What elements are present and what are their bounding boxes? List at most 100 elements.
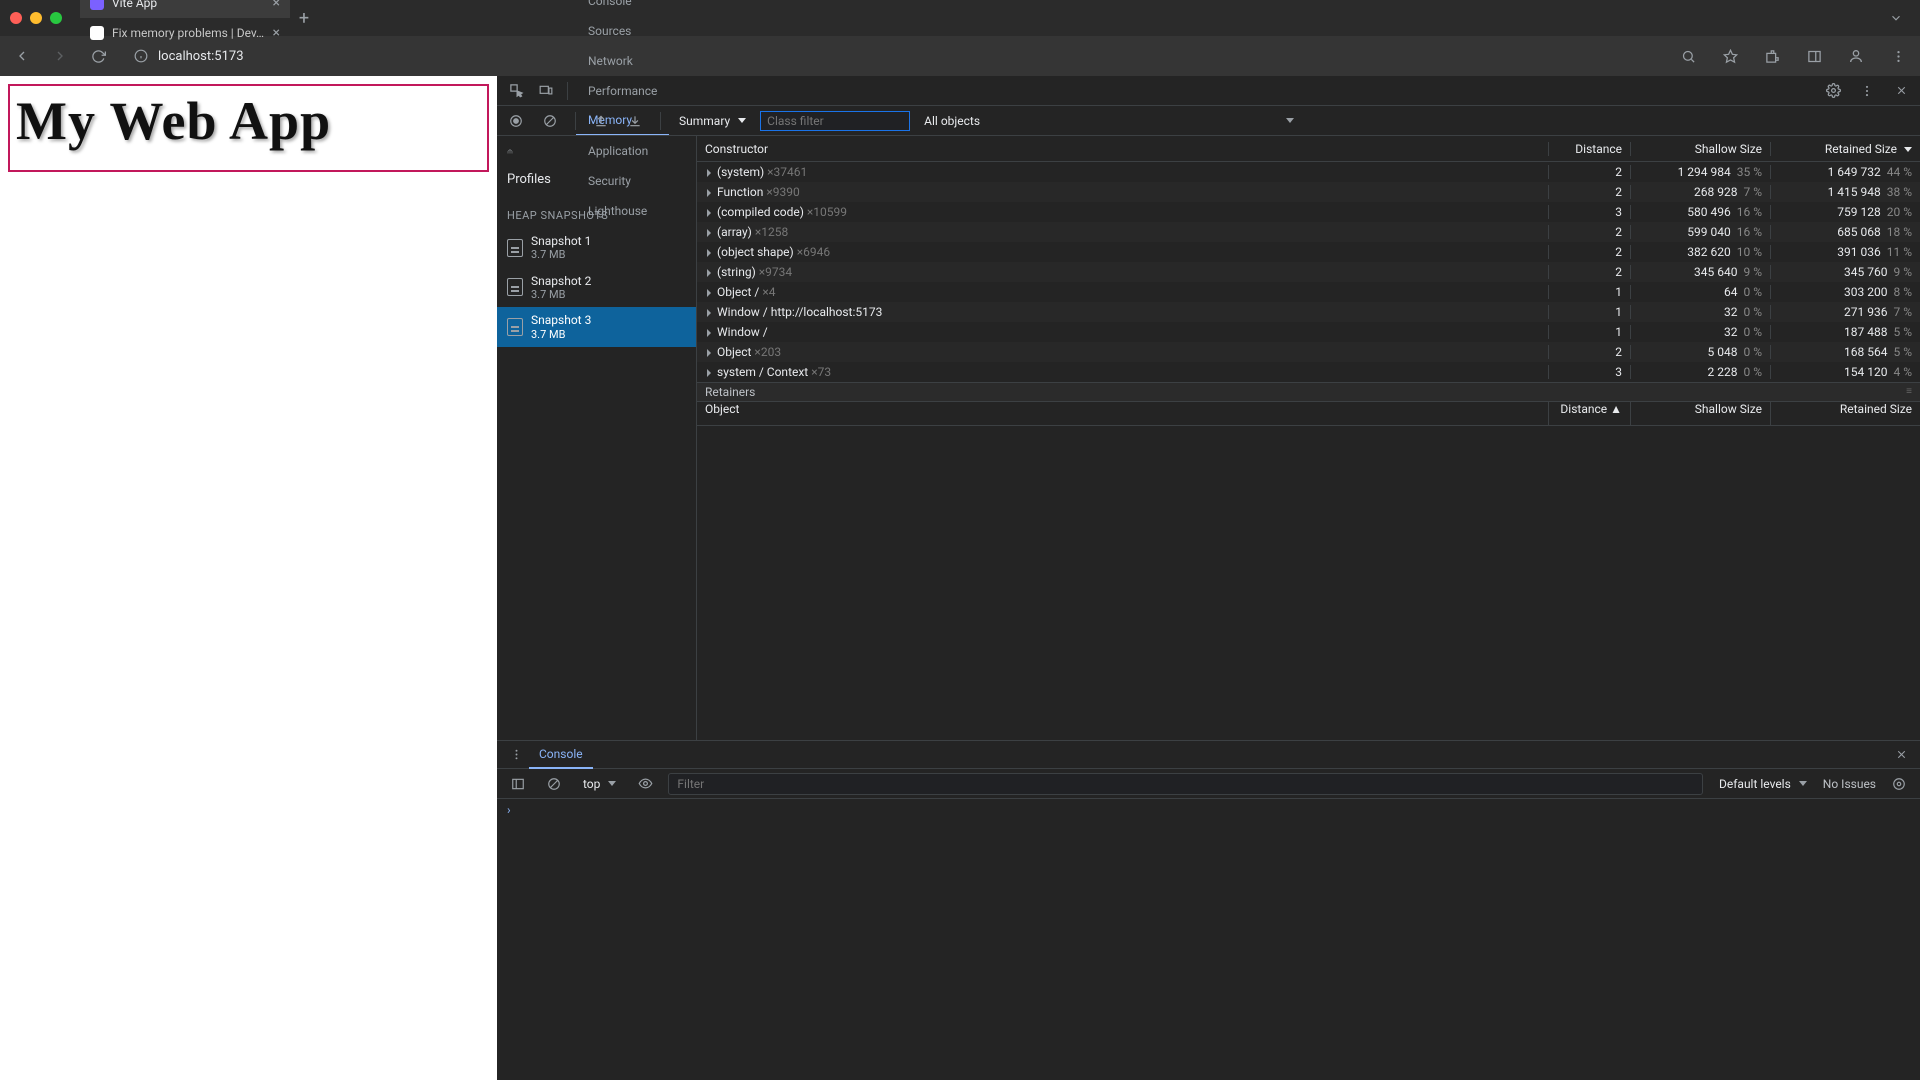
col-distance[interactable]: Distance: [1548, 142, 1630, 156]
extensions-icon[interactable]: [1758, 42, 1786, 70]
zoom-icon[interactable]: [1674, 42, 1702, 70]
address-bar[interactable]: localhost:5173: [122, 41, 256, 71]
col-constructor[interactable]: Constructor: [697, 142, 1548, 156]
heap-row[interactable]: Object ×20325 0480 %168 5645 %: [697, 342, 1920, 362]
log-levels-select[interactable]: Default levels: [1713, 777, 1813, 791]
forward-button[interactable]: [46, 42, 74, 70]
devtools-more-icon[interactable]: [1854, 78, 1880, 104]
heap-row[interactable]: (object shape) ×69462382 62010 %391 0361…: [697, 242, 1920, 262]
snapshot-name: Snapshot 2: [531, 274, 591, 288]
live-expression-icon[interactable]: [632, 771, 658, 797]
constructor-name: Window /: [717, 325, 768, 339]
distance-value: 2: [1548, 225, 1630, 239]
expand-icon[interactable]: [707, 309, 711, 317]
ret-col-distance[interactable]: Distance ▲: [1548, 402, 1630, 425]
devtools-tab-network[interactable]: Network: [576, 46, 669, 76]
expand-icon[interactable]: [707, 209, 711, 217]
ret-col-shallow[interactable]: Shallow Size: [1630, 402, 1770, 425]
new-tab-button[interactable]: +: [290, 8, 318, 29]
inspect-element-icon[interactable]: [503, 78, 529, 104]
expand-icon[interactable]: [707, 289, 711, 297]
save-profile-icon[interactable]: [622, 108, 648, 134]
drawer-close-icon[interactable]: [1889, 748, 1914, 761]
col-shallow[interactable]: Shallow Size: [1630, 142, 1770, 156]
close-tab-icon[interactable]: ×: [273, 25, 280, 41]
collect-garbage-icon[interactable]: [497, 140, 523, 166]
col-retained[interactable]: Retained Size: [1770, 142, 1920, 156]
close-window-icon[interactable]: [10, 12, 22, 24]
tab-strip: Vite App×Fix memory problems | Dev…× +: [0, 0, 1920, 36]
expand-icon[interactable]: [707, 249, 711, 257]
sidepanel-icon[interactable]: [1800, 42, 1828, 70]
site-info-icon[interactable]: [134, 49, 148, 63]
clear-console-icon[interactable]: [541, 771, 567, 797]
heap-row[interactable]: system / Context ×7332 2280 %154 1204 %: [697, 362, 1920, 382]
expand-icon[interactable]: [707, 269, 711, 277]
issues-label[interactable]: No Issues: [1823, 777, 1876, 791]
profile-icon[interactable]: [1842, 42, 1870, 70]
menu-icon[interactable]: [1884, 42, 1912, 70]
browser-tab[interactable]: Vite App×: [80, 0, 290, 18]
record-heap-icon[interactable]: [503, 108, 529, 134]
devtools-tabstrip: ElementsConsoleSourcesNetworkPerformance…: [497, 76, 1920, 106]
clear-profiles-icon[interactable]: [537, 108, 563, 134]
class-filter-input[interactable]: [760, 111, 910, 131]
view-select[interactable]: Summary: [673, 114, 752, 128]
heap-row[interactable]: (array) ×12582599 04016 %685 06818 %: [697, 222, 1920, 242]
close-tab-icon[interactable]: ×: [273, 0, 280, 11]
console-settings-icon[interactable]: [1886, 771, 1912, 797]
retainers-header[interactable]: Retainers ≡: [697, 382, 1920, 402]
console-sidebar-icon[interactable]: [505, 771, 531, 797]
instance-count: ×1258: [755, 225, 788, 239]
reload-button[interactable]: [84, 42, 112, 70]
bookmark-icon[interactable]: [1716, 42, 1744, 70]
instance-count: ×73: [811, 365, 831, 379]
drawer-more-icon[interactable]: [503, 742, 529, 768]
expand-icon[interactable]: [707, 349, 711, 357]
heap-row[interactable]: Function ×93902268 9287 %1 415 94838 %: [697, 182, 1920, 202]
heap-row[interactable]: Object / ×41640 %303 2008 %: [697, 282, 1920, 302]
dropdown-icon[interactable]: [1286, 118, 1294, 123]
drawer-tab-console[interactable]: Console: [529, 741, 593, 769]
expand-icon[interactable]: [707, 169, 711, 177]
devtools-tab-performance[interactable]: Performance: [576, 76, 669, 106]
context-select[interactable]: top: [577, 777, 622, 791]
expand-icon[interactable]: [707, 189, 711, 197]
console-body[interactable]: ›: [497, 799, 1920, 1080]
instance-count: ×4: [762, 285, 775, 299]
ret-col-object[interactable]: Object: [697, 402, 1548, 425]
snapshot-item[interactable]: Snapshot 13.7 MB: [497, 228, 696, 268]
devtools-tab-sources[interactable]: Sources: [576, 16, 669, 46]
drag-handle-icon[interactable]: ≡: [1906, 386, 1914, 397]
expand-icon[interactable]: [707, 329, 711, 337]
expand-icon[interactable]: [707, 369, 711, 377]
load-profile-icon[interactable]: [588, 108, 614, 134]
devtools-settings-icon[interactable]: [1820, 78, 1846, 104]
snapshot-size: 3.7 MB: [531, 248, 591, 261]
devtools-tab-console[interactable]: Console: [576, 0, 669, 16]
retained-pct: 38 %: [1887, 185, 1912, 199]
heap-row[interactable]: (compiled code) ×105993580 49616 %759 12…: [697, 202, 1920, 222]
distance-value: 3: [1548, 205, 1630, 219]
shallow-pct: 7 %: [1743, 185, 1762, 199]
heap-row[interactable]: Window / http://localhost:5173 1320 %271…: [697, 302, 1920, 322]
snapshot-item[interactable]: Snapshot 23.7 MB: [497, 268, 696, 308]
minimize-window-icon[interactable]: [30, 12, 42, 24]
heap-row[interactable]: (string) ×97342345 6409 %345 7609 %: [697, 262, 1920, 282]
expand-icon[interactable]: [707, 229, 711, 237]
tab-overflow-icon[interactable]: [1882, 4, 1910, 32]
ret-col-retained[interactable]: Retained Size: [1770, 402, 1920, 425]
back-button[interactable]: [8, 42, 36, 70]
shallow-pct: 0 %: [1743, 305, 1762, 319]
constructor-name: system / Context: [717, 365, 808, 379]
snapshot-item[interactable]: Snapshot 33.7 MB: [497, 307, 696, 347]
zoom-window-icon[interactable]: [50, 12, 62, 24]
console-filter-input[interactable]: [668, 773, 1703, 795]
device-toolbar-icon[interactable]: [533, 78, 559, 104]
devtools-close-icon[interactable]: [1888, 78, 1914, 104]
heap-row[interactable]: (system) ×3746121 294 98435 %1 649 73244…: [697, 162, 1920, 182]
retained-size: 303 200: [1844, 285, 1887, 299]
objects-filter-select[interactable]: All objects: [918, 114, 986, 128]
heap-row[interactable]: Window / 1320 %187 4885 %: [697, 322, 1920, 342]
distance-value: 2: [1548, 345, 1630, 359]
